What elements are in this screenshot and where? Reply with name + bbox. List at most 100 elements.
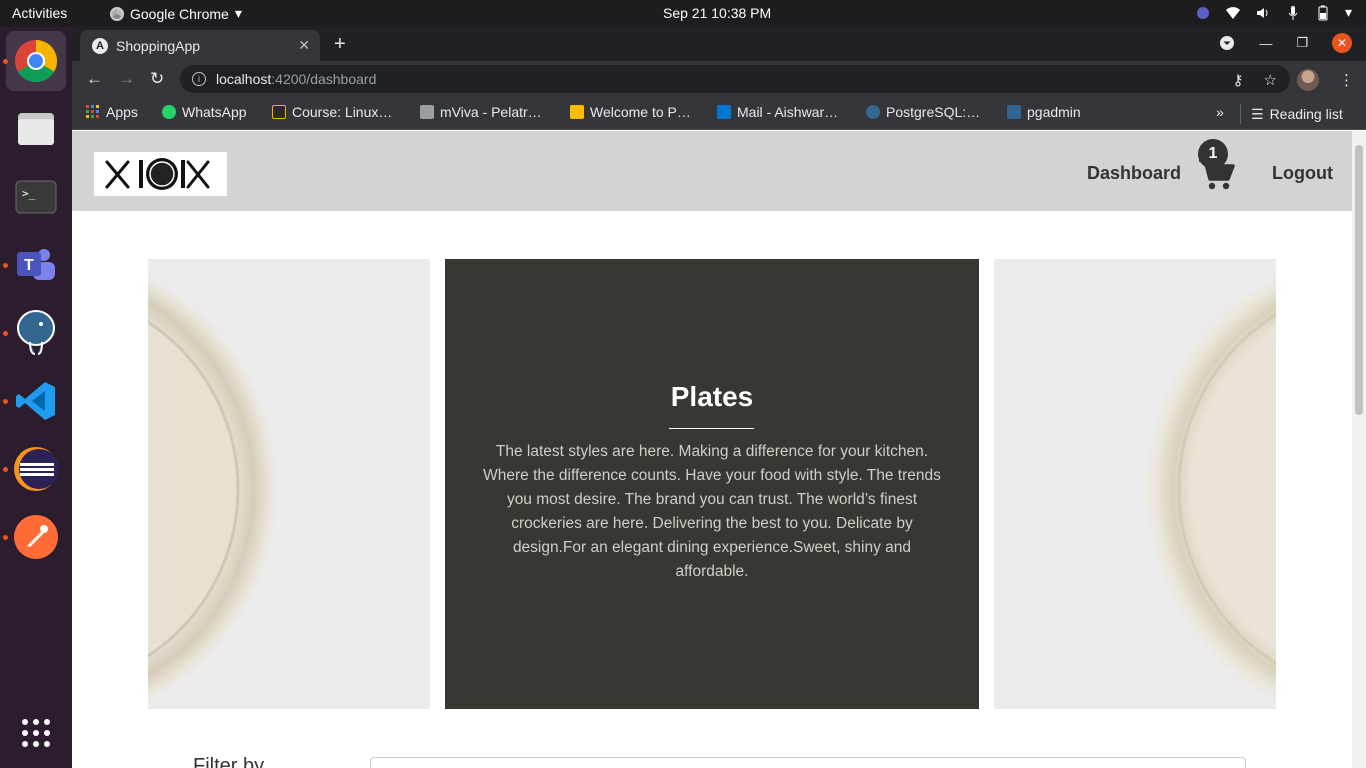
bookmarks-overflow-button[interactable]: »	[1216, 104, 1224, 120]
dock-vscode[interactable]	[6, 371, 66, 431]
activities-button[interactable]: Activities	[12, 5, 67, 21]
apps-grid-icon	[86, 105, 99, 118]
reading-list-label: Reading list	[1269, 106, 1343, 122]
key-icon[interactable]: ⚷	[1233, 71, 1244, 89]
app-menu-label: Google Chrome	[130, 5, 229, 22]
bookmarks-bar: Apps WhatsApp Course: Linux… mViva - Pel…	[72, 97, 1366, 130]
bookmark-mail[interactable]: Mail - Aishwar…	[717, 104, 838, 120]
running-indicator	[3, 59, 8, 64]
bookmark-postgresql[interactable]: PostgreSQL:…	[866, 104, 980, 120]
app-header: Dashboard 1 Logout	[72, 131, 1352, 211]
bookmark-apps[interactable]: Apps	[86, 104, 138, 120]
chrome-icon	[110, 6, 124, 21]
tab-search-icon[interactable]	[1219, 35, 1235, 51]
nav-dashboard-link[interactable]: Dashboard	[1087, 163, 1181, 184]
scrollbar-thumb[interactable]	[1355, 145, 1363, 415]
bookmark-label: PostgreSQL:…	[886, 104, 981, 120]
reload-icon[interactable]: ↻	[150, 69, 164, 89]
dock-files[interactable]	[6, 99, 66, 159]
running-indicator	[3, 535, 8, 540]
new-tab-button[interactable]: +	[334, 33, 346, 56]
dock-postman[interactable]	[6, 507, 66, 567]
page-scrollbar[interactable]	[1352, 131, 1366, 768]
whatsapp-icon	[162, 105, 176, 119]
elephant-icon	[17, 310, 55, 355]
tab-strip: A ShoppingApp ✕ + — ❐ ✕	[72, 27, 1366, 61]
system-menu-chevron-icon[interactable]: ▾	[1345, 4, 1352, 21]
dock-teams[interactable]: T	[6, 235, 66, 295]
running-indicator	[3, 263, 8, 268]
cart-count-badge: 1	[1198, 139, 1228, 169]
dock-terminal[interactable]: >_	[6, 167, 66, 227]
svg-text:>_: >_	[22, 187, 36, 200]
chrome-icon	[14, 39, 58, 83]
dock-chrome[interactable]	[6, 31, 66, 91]
overflow-chevron-icon: »	[1216, 104, 1224, 120]
app-grid-icon	[22, 719, 50, 747]
browser-toolbar: ← → ↻ i localhost:4200/dashboard ⚷ ☆ ⋮	[72, 61, 1366, 97]
minimize-icon[interactable]: —	[1259, 36, 1272, 51]
dock: >_ T	[0, 27, 72, 768]
system-tray[interactable]: ▾	[1195, 4, 1352, 21]
site-info-icon[interactable]: i	[192, 72, 206, 86]
close-window-icon[interactable]: ✕	[1332, 33, 1352, 53]
carousel-slide-active[interactable]: Plates The latest styles are here. Makin…	[445, 259, 979, 709]
microphone-icon	[1288, 5, 1298, 20]
reading-list-icon: ☰	[1251, 105, 1264, 122]
running-indicator	[3, 331, 8, 336]
reading-list-button[interactable]: ☰ Reading list	[1240, 104, 1343, 124]
terminal-icon: >_	[15, 180, 57, 214]
back-icon[interactable]: ←	[86, 69, 103, 89]
battery-icon	[1318, 5, 1328, 20]
angular-icon: A	[92, 37, 108, 54]
bookmark-mviva[interactable]: mViva - Pelatr…	[420, 104, 542, 120]
bookmark-pgadmin[interactable]: pgadmin	[1007, 104, 1081, 120]
running-indicator	[3, 399, 8, 404]
carousel-slide-next[interactable]	[994, 259, 1276, 709]
files-icon	[18, 113, 54, 145]
menu-kebab-icon[interactable]: ⋮	[1339, 71, 1354, 89]
lightning-icon	[272, 105, 286, 119]
bookmark-label: Mail - Aishwar…	[737, 104, 839, 120]
maximize-icon[interactable]: ❐	[1296, 35, 1308, 51]
page-viewport: Dashboard 1 Logout Plates The latest sty…	[72, 131, 1352, 768]
teams-tray-icon[interactable]	[1195, 5, 1211, 21]
bookmark-label: Welcome to P…	[590, 104, 691, 120]
filter-input[interactable]	[370, 757, 1246, 768]
bookmark-label: mViva - Pelatr…	[440, 104, 542, 120]
bookmark-whatsapp[interactable]: WhatsApp	[162, 104, 247, 120]
slide-description: The latest styles are here. Making a dif…	[483, 443, 941, 580]
title-divider	[669, 428, 754, 429]
pinwheel-icon	[570, 105, 584, 119]
dock-pgadmin[interactable]	[6, 303, 66, 363]
tab-shoppingapp[interactable]: A ShoppingApp ✕	[80, 30, 320, 61]
eclipse-icon	[14, 447, 59, 491]
star-icon[interactable]: ☆	[1264, 71, 1277, 89]
bookmark-course-linux[interactable]: Course: Linux…	[272, 104, 392, 120]
vscode-icon	[16, 382, 55, 420]
teams-icon: T	[17, 249, 55, 280]
cutlery-logo-icon	[105, 158, 210, 190]
clock[interactable]: Sep 21 10:38 PM	[663, 5, 771, 21]
mviva-icon	[420, 105, 434, 119]
app-menu[interactable]: Google Chrome ▾	[110, 5, 242, 22]
plate-image	[148, 275, 278, 703]
postgresql-icon	[866, 105, 880, 119]
show-applications-button[interactable]	[6, 703, 66, 763]
forward-icon[interactable]: →	[118, 69, 135, 89]
address-bar[interactable]: i localhost:4200/dashboard	[180, 65, 1290, 93]
bookmark-label: pgadmin	[1027, 104, 1081, 120]
carousel-slide-previous[interactable]	[148, 259, 430, 709]
pgadmin-icon	[1007, 105, 1021, 119]
running-indicator	[3, 467, 8, 472]
wifi-icon	[1225, 6, 1240, 19]
brand-logo[interactable]	[94, 152, 227, 196]
system-top-bar: Activities Google Chrome ▾ Sep 21 10:38 …	[0, 0, 1366, 27]
close-tab-icon[interactable]: ✕	[298, 37, 310, 54]
profile-avatar[interactable]	[1297, 69, 1319, 91]
filter-label: Filter by	[193, 755, 265, 768]
dock-eclipse[interactable]	[6, 439, 66, 499]
bookmark-welcome[interactable]: Welcome to P…	[570, 104, 691, 120]
svg-text:T: T	[24, 257, 34, 274]
nav-logout-link[interactable]: Logout	[1272, 163, 1333, 184]
